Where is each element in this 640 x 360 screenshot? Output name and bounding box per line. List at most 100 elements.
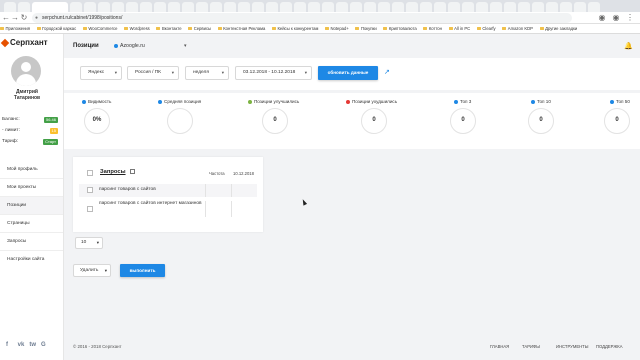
bookmark-item[interactable]: Кейсы к конкурентам bbox=[271, 24, 318, 33]
bookmark-item[interactable]: Городской каркас bbox=[36, 24, 76, 33]
browser-tab[interactable] bbox=[280, 2, 292, 12]
bookmark-item[interactable]: Сервисы bbox=[188, 24, 211, 33]
reload-icon[interactable]: ↻ bbox=[20, 14, 28, 22]
browser-tab[interactable] bbox=[420, 2, 432, 12]
footer-link-support[interactable]: ПОДДЕРЖКА bbox=[596, 344, 623, 349]
browser-tab[interactable] bbox=[406, 2, 418, 12]
footer-link-tariffs[interactable]: ТАРИФЫ bbox=[522, 344, 540, 349]
row-checkbox[interactable] bbox=[87, 206, 93, 212]
sidebar-item-site-settings[interactable]: Настройки сайта bbox=[0, 251, 63, 269]
app-logo[interactable]: Серпхант bbox=[0, 38, 48, 48]
page-size-select[interactable]: 10 ▾ bbox=[75, 237, 103, 249]
sidebar-item-pages[interactable]: Страницы bbox=[0, 215, 63, 233]
run-button[interactable]: выполнить bbox=[120, 264, 165, 277]
browser-tab[interactable] bbox=[252, 2, 264, 12]
browser-tab[interactable] bbox=[294, 2, 306, 12]
bookmark-item[interactable]: Коттон bbox=[423, 24, 442, 33]
browser-tab[interactable] bbox=[154, 2, 166, 12]
footer-link-home[interactable]: ГЛАВНАЯ bbox=[490, 344, 509, 349]
period-select[interactable]: неделя ▾ bbox=[185, 66, 229, 80]
bookmark-item[interactable]: Криптовалюта bbox=[383, 24, 417, 33]
browser-tab[interactable] bbox=[378, 2, 390, 12]
frequency-column-header[interactable]: Частота bbox=[209, 171, 225, 176]
bookmark-item[interactable]: Amazon KDP bbox=[502, 24, 533, 33]
browser-tab[interactable] bbox=[182, 2, 194, 12]
browser-tab[interactable] bbox=[504, 2, 516, 12]
browser-tab[interactable] bbox=[490, 2, 502, 12]
browser-tab[interactable] bbox=[98, 2, 110, 12]
browser-tab[interactable] bbox=[532, 2, 544, 12]
browser-tab[interactable] bbox=[238, 2, 250, 12]
table-row[interactable]: парсинг товаров с сайтов интернет магази… bbox=[79, 201, 257, 217]
footer-link-tools[interactable]: ИНСТРУМЕНТЫ bbox=[556, 344, 588, 349]
bookmark-item[interactable]: Приложения bbox=[0, 24, 30, 33]
browser-tab[interactable] bbox=[518, 2, 530, 12]
browser-tab[interactable] bbox=[350, 2, 362, 12]
profile-icon[interactable]: ◉ bbox=[612, 14, 620, 22]
browser-tab[interactable] bbox=[588, 2, 600, 12]
date-column-header[interactable]: 10.12.2018 bbox=[233, 171, 254, 176]
row-checkbox[interactable] bbox=[87, 187, 93, 193]
bookmark-item[interactable]: WooCommerce bbox=[82, 24, 117, 33]
browser-tab[interactable] bbox=[4, 2, 16, 12]
browser-tab[interactable] bbox=[322, 2, 334, 12]
vk-icon[interactable]: vk bbox=[18, 342, 25, 348]
bookmark-item[interactable]: Wordpress bbox=[124, 24, 150, 33]
browser-tab[interactable] bbox=[448, 2, 460, 12]
sidebar-item-positions[interactable]: Позиции bbox=[0, 197, 63, 215]
browser-tab[interactable] bbox=[266, 2, 278, 12]
copy-icon[interactable] bbox=[130, 169, 135, 174]
url-input[interactable]: ● serpchunt.ru/cabinet/1998/positions/ bbox=[32, 13, 572, 23]
browser-tab[interactable] bbox=[168, 2, 180, 12]
browser-tab[interactable] bbox=[140, 2, 152, 12]
browser-tab[interactable] bbox=[392, 2, 404, 12]
external-link-icon[interactable]: ↗ bbox=[384, 68, 390, 76]
browser-tab[interactable] bbox=[210, 2, 222, 12]
avatar[interactable] bbox=[11, 56, 41, 86]
queries-header[interactable]: Запросы bbox=[100, 169, 126, 175]
site-selector[interactable]: Azoogle.ru ▾ bbox=[114, 43, 187, 49]
sidebar-item-projects[interactable]: Мои проекты bbox=[0, 179, 63, 197]
update-data-button[interactable]: обновить данные bbox=[318, 66, 378, 80]
search-engine-select[interactable]: Яндекс ▾ bbox=[80, 66, 122, 80]
sidebar-item-queries[interactable]: Запросы bbox=[0, 233, 63, 251]
browser-tab[interactable] bbox=[434, 2, 446, 12]
browser-tab[interactable] bbox=[224, 2, 236, 12]
browser-tab[interactable] bbox=[196, 2, 208, 12]
browser-tab[interactable] bbox=[560, 2, 572, 12]
browser-tab[interactable] bbox=[112, 2, 124, 12]
sidebar-item-profile[interactable]: Мой профиль bbox=[0, 161, 63, 179]
browser-tab[interactable] bbox=[84, 2, 96, 12]
forward-icon[interactable]: → bbox=[11, 14, 19, 22]
browser-tab-active[interactable] bbox=[32, 2, 68, 12]
bookmark-item[interactable]: All in PC bbox=[448, 24, 470, 33]
browser-tab[interactable] bbox=[126, 2, 138, 12]
table-row[interactable]: парсинг товаров с сайтов bbox=[79, 184, 257, 197]
browser-tab[interactable] bbox=[476, 2, 488, 12]
bookmark-item[interactable]: Notepad+ bbox=[325, 24, 349, 33]
bookmark-item[interactable]: Покупки bbox=[355, 24, 377, 33]
browser-tab[interactable] bbox=[462, 2, 474, 12]
google-icon[interactable]: G bbox=[41, 342, 48, 348]
browser-tab[interactable] bbox=[546, 2, 558, 12]
browser-tab[interactable] bbox=[70, 2, 82, 12]
browser-tab[interactable] bbox=[364, 2, 376, 12]
twitter-icon[interactable]: tw bbox=[29, 342, 36, 348]
back-icon[interactable]: ← bbox=[2, 14, 10, 22]
date-range-select[interactable]: 03.12.2018 - 10.12.2018 ▾ bbox=[235, 66, 312, 80]
bulk-action-select[interactable]: Удалить ▾ bbox=[73, 264, 111, 277]
browser-tab[interactable] bbox=[574, 2, 586, 12]
bookmark-item[interactable]: Вконтакте bbox=[156, 24, 182, 33]
bookmark-item[interactable]: Clearfy bbox=[476, 24, 496, 33]
browser-tab[interactable] bbox=[308, 2, 320, 12]
bookmark-item[interactable]: Другие закладки bbox=[539, 24, 577, 33]
browser-tab[interactable] bbox=[18, 2, 30, 12]
facebook-icon[interactable]: f bbox=[6, 342, 13, 348]
browser-tab[interactable] bbox=[336, 2, 348, 12]
extension-icon[interactable]: ◉ bbox=[598, 14, 606, 22]
notification-bell-icon[interactable]: 🔔 bbox=[624, 42, 633, 50]
bookmark-item[interactable]: Контекстная Реклама bbox=[217, 24, 265, 33]
select-all-checkbox[interactable] bbox=[87, 170, 93, 176]
region-select[interactable]: Россия / ПК ▾ bbox=[127, 66, 179, 80]
menu-icon[interactable]: ⋮ bbox=[626, 14, 634, 22]
